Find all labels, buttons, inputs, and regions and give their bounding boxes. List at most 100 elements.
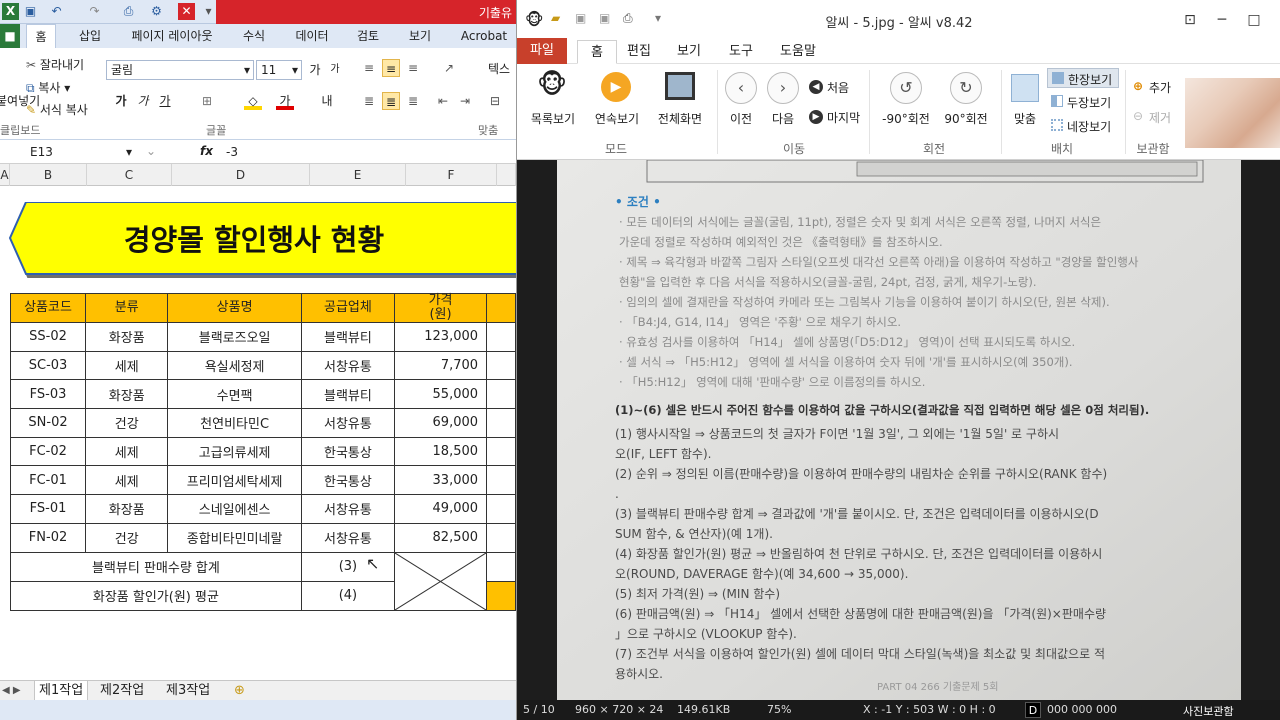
summary-value[interactable]: (3) xyxy=(300,551,396,582)
align-right-icon[interactable]: ≣ xyxy=(404,92,422,110)
column-header[interactable]: E xyxy=(310,164,406,186)
table-cell[interactable]: 세제 xyxy=(85,436,169,467)
column-header[interactable]: A xyxy=(0,164,10,186)
format-painter-button[interactable]: ✎ 서식 복사 xyxy=(26,101,88,118)
table-cell[interactable]: 세제 xyxy=(85,350,169,381)
sheet-nav-prev-icon[interactable]: ◀ ▶ xyxy=(2,681,21,701)
table-cell[interactable] xyxy=(486,408,516,438)
table-cell[interactable]: 82,500 xyxy=(394,522,488,553)
album-thumbnail[interactable] xyxy=(1185,78,1280,148)
align-bottom-icon[interactable]: ≡ xyxy=(404,59,422,77)
column-header[interactable]: B xyxy=(10,164,87,186)
fill-color-icon[interactable]: ◇ xyxy=(244,92,262,110)
table-cell[interactable]: 프리미엄세탁세제 xyxy=(167,465,302,496)
table-cell[interactable] xyxy=(486,551,516,582)
table-cell[interactable]: 화장품 xyxy=(85,322,169,352)
phonetic-icon[interactable]: 내 xyxy=(318,92,336,110)
table-cell[interactable] xyxy=(486,322,516,352)
tab-data[interactable]: 데이터 xyxy=(290,24,334,48)
add-button[interactable]: ⊕ 추가 xyxy=(1131,78,1181,96)
tab-file[interactable]: 파일 xyxy=(517,38,567,64)
table-header-cell[interactable]: 분류 xyxy=(85,293,169,323)
name-box[interactable]: E13 ▾ xyxy=(0,142,138,162)
table-cell[interactable]: 수면팩 xyxy=(167,379,302,410)
crossed-cell[interactable] xyxy=(394,551,488,611)
grow-font-icon[interactable]: 가 xyxy=(306,61,324,79)
table-cell[interactable]: 49,000 xyxy=(394,494,488,524)
album-status-button[interactable]: 사진보관함 xyxy=(1183,703,1234,719)
wrap-text-button[interactable]: 텍스 xyxy=(488,60,510,77)
table-cell[interactable]: SN-02 xyxy=(9,408,87,438)
table-header-cell[interactable] xyxy=(486,293,516,323)
sheet-tab-1[interactable]: 제1작업 xyxy=(34,681,89,701)
table-cell[interactable]: 한국통상 xyxy=(300,436,396,467)
table-cell[interactable]: 123,000 xyxy=(394,322,488,352)
table-header-cell[interactable]: 상품코드 xyxy=(9,293,87,323)
table-cell[interactable]: 한국통상 xyxy=(300,465,396,496)
table-cell[interactable]: 33,000 xyxy=(394,465,488,496)
tab-home[interactable]: 홈 xyxy=(26,24,56,48)
table-cell[interactable]: 화장품 xyxy=(85,494,169,524)
first-button[interactable]: ◀ 처음 xyxy=(809,78,869,96)
table-header-cell[interactable]: 가격 (원) xyxy=(394,293,488,323)
table-cell[interactable]: 블랙로즈오일 xyxy=(167,322,302,352)
maximize-icon[interactable]: □ xyxy=(1243,11,1265,29)
table-cell[interactable] xyxy=(486,350,516,381)
title-banner[interactable]: 경양몰 할인행사 현황 xyxy=(8,202,516,278)
tab-file[interactable]: ■ xyxy=(0,24,20,48)
table-cell[interactable]: 세제 xyxy=(85,465,169,496)
table-cell[interactable]: FN-02 xyxy=(9,522,87,553)
formula-dropdown-icon[interactable]: ⌄ xyxy=(146,144,156,158)
table-cell[interactable]: 건강 xyxy=(85,408,169,438)
single-view-button[interactable]: 한장보기 xyxy=(1047,68,1119,88)
rotate-right-button[interactable]: ↻ 90°회전 xyxy=(937,72,995,132)
list-view-button[interactable]: 🐵 목록보기 xyxy=(525,70,581,130)
save-icon[interactable]: ▣ xyxy=(22,3,39,20)
summary-label[interactable]: 화장품 할인가(원) 평균 xyxy=(10,580,302,611)
column-header[interactable]: F xyxy=(406,164,497,186)
table-header-cell[interactable]: 상품명 xyxy=(167,293,302,323)
table-cell[interactable]: 블랙뷰티 xyxy=(300,322,396,352)
tab-help[interactable]: 도움말 xyxy=(773,40,823,64)
cut-button[interactable]: ✂ 잘라내기 xyxy=(26,56,84,73)
table-cell[interactable]: 화장품 xyxy=(85,379,169,410)
column-header[interactable]: C xyxy=(87,164,172,186)
tab-review[interactable]: 검토 xyxy=(350,24,386,48)
image-canvas[interactable]: • 조건 • · 모든 데이터의 서식에는 글꼴(굴림, 11pt), 정렬은 숫… xyxy=(517,159,1280,700)
table-cell[interactable]: 서창유통 xyxy=(300,408,396,438)
summary-value[interactable]: (4) xyxy=(300,580,396,611)
tab-tools[interactable]: 도구 xyxy=(723,40,759,64)
underline-button[interactable]: 가 xyxy=(156,92,174,110)
tab-view[interactable]: 보기 xyxy=(402,24,438,48)
table-cell[interactable]: FS-01 xyxy=(9,494,87,524)
table-cell[interactable] xyxy=(486,580,516,611)
table-cell[interactable]: 18,500 xyxy=(394,436,488,467)
table-cell[interactable] xyxy=(486,379,516,410)
font-size-select[interactable]: 11 ▾ xyxy=(256,60,302,80)
table-cell[interactable]: FS-03 xyxy=(9,379,87,410)
table-cell[interactable]: FC-02 xyxy=(9,436,87,467)
rotate-left-button[interactable]: ↺ -90°회전 xyxy=(877,72,935,132)
close-doc-icon[interactable]: ✕ xyxy=(178,3,195,20)
table-cell[interactable]: 55,000 xyxy=(394,379,488,410)
function-icon[interactable]: fx xyxy=(200,144,213,158)
table-cell[interactable]: 서창유통 xyxy=(300,522,396,553)
font-name-select[interactable]: 굴림 ▾ xyxy=(106,60,254,80)
next-button[interactable]: › 다음 xyxy=(767,72,799,132)
restore-mode-icon[interactable]: ⊡ xyxy=(1179,11,1201,29)
table-cell[interactable]: 서창유통 xyxy=(300,494,396,524)
column-header[interactable] xyxy=(497,164,516,186)
tab-view[interactable]: 보기 xyxy=(671,40,707,64)
column-header[interactable]: D xyxy=(172,164,310,186)
table-cell[interactable]: 건강 xyxy=(85,522,169,553)
copy-button[interactable]: ⧉ 복사 ▾ xyxy=(26,79,70,96)
tools-icon[interactable]: ⚙ xyxy=(148,3,165,20)
double-view-button[interactable]: 두장보기 xyxy=(1047,92,1119,112)
customize-toolbar-icon[interactable]: ▾ xyxy=(200,3,217,20)
align-center-icon[interactable]: ≣ xyxy=(382,92,400,110)
prev-button[interactable]: ‹ 이전 xyxy=(725,72,757,132)
print-preview-icon[interactable]: ⎙ xyxy=(120,3,137,20)
table-cell[interactable] xyxy=(486,522,516,553)
undo-icon[interactable]: ↶ xyxy=(48,3,65,20)
border-icon[interactable]: ⊞ xyxy=(198,92,216,110)
